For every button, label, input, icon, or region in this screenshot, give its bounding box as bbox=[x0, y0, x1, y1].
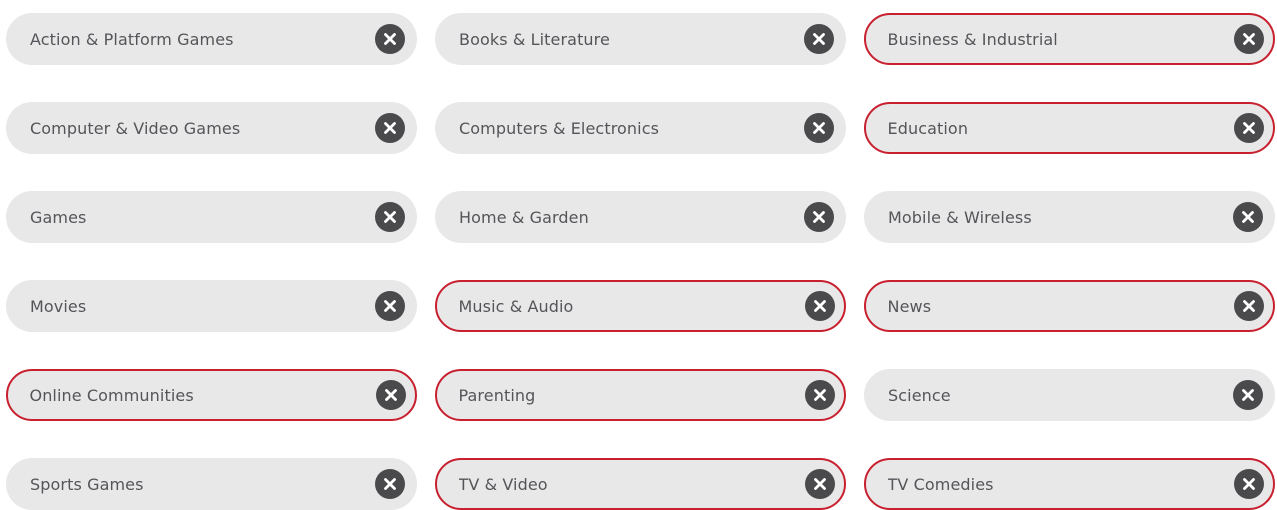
category-chip-label: Books & Literature bbox=[459, 29, 610, 49]
close-icon bbox=[384, 211, 396, 223]
remove-category-button[interactable] bbox=[1233, 291, 1264, 321]
category-chip[interactable]: Mobile & Wireless bbox=[864, 191, 1275, 243]
category-chip[interactable]: Games bbox=[6, 191, 417, 243]
close-icon bbox=[813, 122, 825, 134]
close-icon bbox=[813, 300, 826, 312]
close-icon bbox=[1242, 478, 1255, 490]
category-chip-label: Movies bbox=[30, 296, 87, 316]
category-chip-label: Mobile & Wireless bbox=[888, 207, 1032, 227]
remove-category-button[interactable] bbox=[804, 380, 835, 410]
category-chip[interactable]: TV Comedies bbox=[864, 458, 1275, 510]
category-chip-label: Online Communities bbox=[29, 385, 194, 405]
remove-category-button[interactable] bbox=[375, 113, 405, 143]
category-chip[interactable]: Parenting bbox=[435, 369, 846, 421]
category-chip-label: Computers & Electronics bbox=[459, 118, 660, 138]
category-chip[interactable]: TV & Video bbox=[435, 458, 846, 510]
close-icon bbox=[384, 122, 396, 134]
category-chip[interactable]: Science bbox=[864, 369, 1275, 421]
category-chip[interactable]: Sports Games bbox=[6, 458, 417, 510]
category-chip-grid: Action & Platform Games Books & Literatur… bbox=[6, 13, 1275, 510]
remove-category-button[interactable] bbox=[1233, 469, 1264, 499]
close-icon bbox=[384, 478, 396, 490]
category-chip-label: Business & Industrial bbox=[887, 29, 1058, 49]
category-chip-label: Games bbox=[30, 207, 87, 227]
category-chip-label: Computer & Video Games bbox=[30, 118, 241, 138]
category-chip-label: News bbox=[887, 296, 932, 316]
category-chip[interactable]: Business & Industrial bbox=[864, 13, 1275, 65]
remove-category-button[interactable] bbox=[1233, 113, 1264, 143]
remove-category-button[interactable] bbox=[804, 291, 835, 321]
category-chip[interactable]: Computers & Electronics bbox=[435, 102, 846, 154]
remove-category-button[interactable] bbox=[1233, 202, 1263, 232]
category-chip[interactable]: Books & Literature bbox=[435, 13, 846, 65]
category-chip-label: Parenting bbox=[458, 385, 536, 405]
remove-category-button[interactable] bbox=[375, 291, 405, 321]
close-icon bbox=[813, 33, 825, 45]
remove-category-button[interactable] bbox=[375, 202, 405, 232]
remove-category-button[interactable] bbox=[804, 113, 834, 143]
category-chip[interactable]: Home & Garden bbox=[435, 191, 846, 243]
remove-category-button[interactable] bbox=[804, 469, 835, 499]
category-chip-label: TV & Video bbox=[458, 474, 548, 494]
close-icon bbox=[1242, 122, 1255, 134]
close-icon bbox=[384, 300, 396, 312]
category-chip[interactable]: Action & Platform Games bbox=[6, 13, 417, 65]
category-chip-label: Sports Games bbox=[30, 474, 144, 494]
category-chip-label: Home & Garden bbox=[459, 207, 589, 227]
close-icon bbox=[813, 211, 825, 223]
close-icon bbox=[1242, 389, 1254, 401]
close-icon bbox=[1242, 33, 1255, 45]
category-chip-label: Action & Platform Games bbox=[30, 29, 234, 49]
remove-category-button[interactable] bbox=[375, 469, 405, 499]
category-chip[interactable]: Education bbox=[864, 102, 1275, 154]
remove-category-button[interactable] bbox=[375, 380, 406, 410]
category-chip[interactable]: Movies bbox=[6, 280, 417, 332]
remove-category-button[interactable] bbox=[804, 202, 834, 232]
remove-category-button[interactable] bbox=[804, 24, 834, 54]
category-chip-label: Music & Audio bbox=[458, 296, 574, 316]
category-chip-label: TV Comedies bbox=[887, 474, 994, 494]
remove-category-button[interactable] bbox=[1233, 24, 1264, 54]
close-icon bbox=[1242, 211, 1254, 223]
category-chip-label: Education bbox=[887, 118, 969, 138]
close-icon bbox=[384, 389, 397, 401]
category-chip[interactable]: Computer & Video Games bbox=[6, 102, 417, 154]
category-chip[interactable]: News bbox=[864, 280, 1275, 332]
remove-category-button[interactable] bbox=[375, 24, 405, 54]
close-icon bbox=[813, 389, 826, 401]
close-icon bbox=[384, 33, 396, 45]
category-chip[interactable]: Music & Audio bbox=[435, 280, 846, 332]
category-chip-label: Science bbox=[888, 385, 951, 405]
close-icon bbox=[1242, 300, 1255, 312]
close-icon bbox=[813, 478, 826, 490]
category-chip[interactable]: Online Communities bbox=[6, 369, 417, 421]
remove-category-button[interactable] bbox=[1233, 380, 1263, 410]
